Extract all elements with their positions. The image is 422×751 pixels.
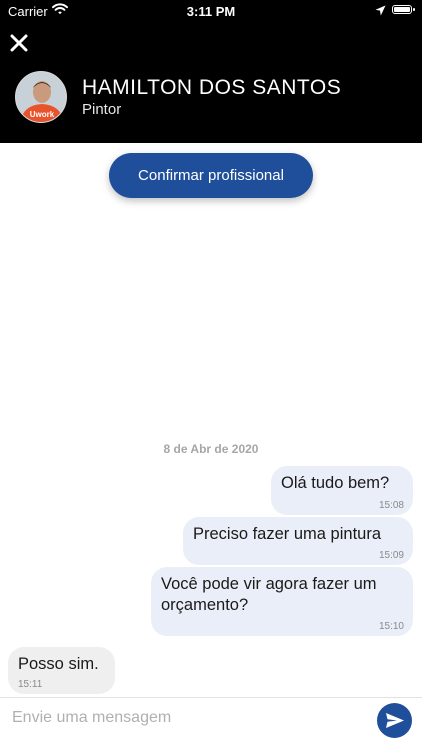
clock: 3:11 PM <box>186 4 236 19</box>
message-input[interactable] <box>10 706 364 730</box>
avatar: Uwork <box>15 71 67 123</box>
message-text: Olá tudo bem? <box>281 474 390 492</box>
message-time: 15:09 <box>378 550 404 561</box>
message-time: 15:08 <box>378 500 404 511</box>
chat-header: Carrier 3:11 PM Uwork HAMILTON DOS SANTO… <box>0 0 422 143</box>
message-time: 15:10 <box>378 621 404 632</box>
avatar-shirt-text: Uwork <box>30 110 55 119</box>
message-text: Posso sim. <box>18 655 99 673</box>
battery-icon <box>392 5 415 14</box>
date-separator: 8 de Abr de 2020 <box>163 442 259 456</box>
message-time: 15:11 <box>18 679 43 690</box>
professional-name: HAMILTON DOS SANTOS <box>82 76 342 99</box>
location-arrow-icon <box>375 4 386 19</box>
message-text: Você pode vir agora fazer um orçamento? <box>161 575 377 614</box>
message-text: Preciso fazer uma pintura <box>193 525 382 543</box>
send-button[interactable] <box>377 703 412 738</box>
status-bar: Carrier 3:11 PM <box>0 0 422 22</box>
message-bubble: Posso sim. 15:11 <box>8 647 115 694</box>
message-bubble: Você pode vir agora fazer um orçamento? … <box>151 567 413 636</box>
message-composer <box>0 697 422 751</box>
professional-role: Pintor <box>82 101 122 118</box>
message-bubble: Preciso fazer uma pintura 15:09 <box>183 517 413 565</box>
message-bubble: Olá tudo bem? 15:08 <box>271 466 413 515</box>
send-icon <box>386 713 404 728</box>
confirm-professional-button[interactable]: Confirmar profissional <box>109 153 313 198</box>
close-icon[interactable] <box>8 32 30 54</box>
